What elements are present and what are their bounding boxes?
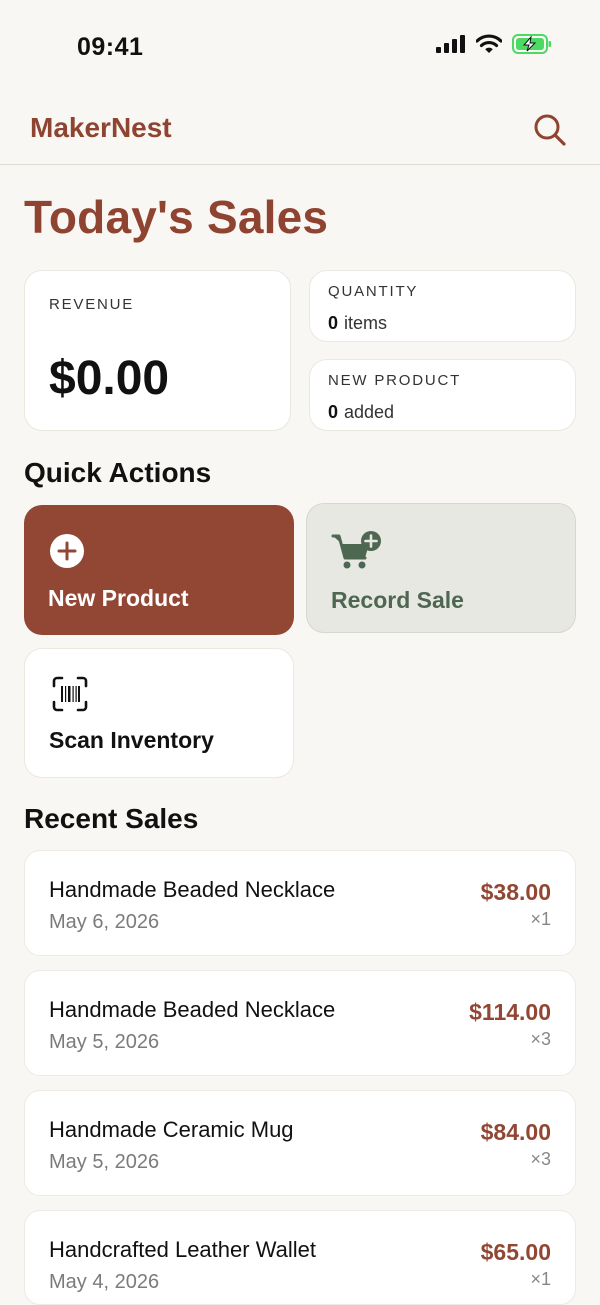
sale-quantity: ×1 xyxy=(530,1269,551,1289)
revenue-card: REVENUE $0.00 xyxy=(24,270,291,431)
cart-plus-icon xyxy=(331,531,381,569)
sale-amount: $114.00 xyxy=(469,999,551,1025)
sale-amount: $38.00 xyxy=(480,879,551,905)
quantity-card: QUANTITY 0 items xyxy=(309,270,576,342)
sale-quantity: ×3 xyxy=(530,1029,551,1049)
sale-quantity: ×3 xyxy=(530,1149,551,1169)
new-product-unit: added xyxy=(344,402,395,422)
record-sale-label: Record Sale xyxy=(331,587,464,613)
status-icons xyxy=(436,34,552,54)
quick-actions-title: Quick Actions xyxy=(24,457,212,488)
revenue-label: REVENUE xyxy=(49,296,135,313)
status-time: 09:41 xyxy=(77,33,144,61)
scan-inventory-button[interactable]: Scan Inventory xyxy=(24,648,294,778)
sale-amount: $65.00 xyxy=(480,1239,551,1265)
recent-sales-title: Recent Sales xyxy=(24,803,199,834)
search-button[interactable] xyxy=(530,110,570,150)
wifi-icon xyxy=(476,34,502,53)
battery-charging-icon xyxy=(512,34,551,54)
sale-product: Handmade Beaded Necklace xyxy=(49,997,336,1022)
page-title: Today's Sales xyxy=(24,191,329,243)
quantity-unit: items xyxy=(344,313,388,333)
sale-row[interactable]: Handmade Ceramic Mug May 5, 2026 $84.00 … xyxy=(24,1090,576,1196)
sale-date: May 4, 2026 xyxy=(49,1271,160,1293)
quantity-count: 0 xyxy=(328,313,339,333)
new-product-count: 0 xyxy=(328,402,339,422)
scan-inventory-label: Scan Inventory xyxy=(49,727,214,753)
barcode-scan-icon xyxy=(52,676,88,712)
sale-date: May 5, 2026 xyxy=(49,1031,160,1053)
revenue-value: $0.00 xyxy=(49,352,170,405)
quantity-label: QUANTITY xyxy=(328,283,419,300)
plus-circle-icon xyxy=(50,534,84,568)
new-product-label: New Product xyxy=(48,585,189,611)
sale-row[interactable]: Handcrafted Leather Wallet May 4, 2026 $… xyxy=(24,1210,576,1305)
cellular-signal-icon xyxy=(436,35,465,53)
sale-date: May 6, 2026 xyxy=(49,911,160,933)
sale-amount: $84.00 xyxy=(480,1119,551,1145)
sale-row[interactable]: Handmade Beaded Necklace May 6, 2026 $38… xyxy=(24,850,576,956)
sale-date: May 5, 2026 xyxy=(49,1151,160,1173)
new-product-button[interactable]: New Product xyxy=(24,505,294,635)
app-header: MakerNest xyxy=(0,96,600,165)
search-icon xyxy=(534,114,566,146)
sale-product: Handmade Ceramic Mug xyxy=(49,1117,294,1142)
record-sale-button[interactable]: Record Sale xyxy=(306,503,576,633)
new-product-value: 0 added xyxy=(328,402,394,423)
sale-quantity: ×1 xyxy=(530,909,551,929)
new-product-label: NEW PRODUCT xyxy=(328,372,462,389)
brand-title: MakerNest xyxy=(30,112,172,143)
sale-product: Handmade Beaded Necklace xyxy=(49,877,336,902)
sale-product: Handcrafted Leather Wallet xyxy=(49,1237,316,1262)
new-product-card: NEW PRODUCT 0 added xyxy=(309,359,576,431)
status-bar: 09:41 xyxy=(0,0,600,96)
sale-row[interactable]: Handmade Beaded Necklace May 5, 2026 $11… xyxy=(24,970,576,1076)
quantity-value: 0 items xyxy=(328,313,387,334)
